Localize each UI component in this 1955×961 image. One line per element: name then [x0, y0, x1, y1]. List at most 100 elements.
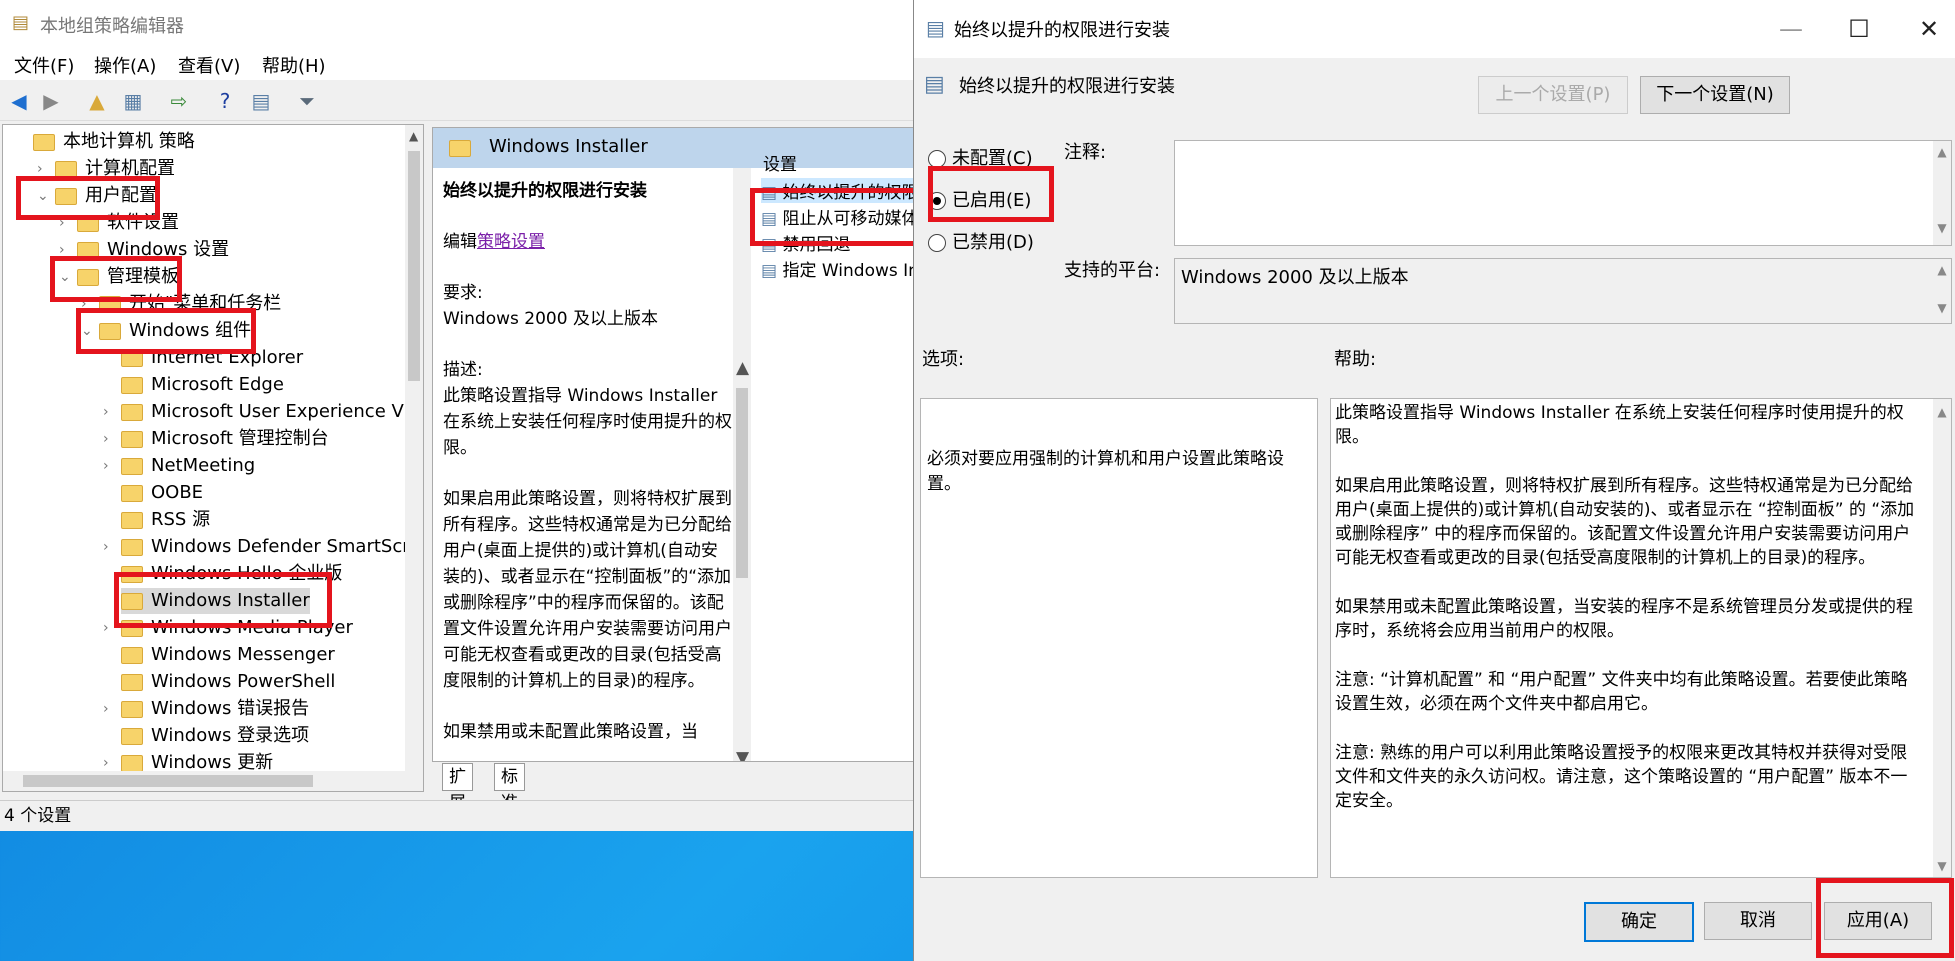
desc-title: 始终以提升的权限进行安装 [443, 181, 647, 201]
chevron-right-icon[interactable]: › [103, 453, 117, 479]
policy-tree[interactable]: 本地计算机 策略 › 计算机配置 ⌄ 用户配置 › 软件设置 › Windows 设置 ⌄ 管理模板… [2, 124, 424, 792]
chevron-right-icon[interactable]: › [103, 696, 117, 722]
back-icon[interactable]: ◀ [6, 88, 32, 114]
properties-icon[interactable]: ▤ [248, 88, 274, 114]
up-folder-icon[interactable]: ▲ [84, 88, 110, 114]
folder-icon [33, 133, 55, 151]
tree-item-label: Windows 错误报告 [151, 698, 310, 719]
maximize-icon[interactable]: ☐ [1834, 12, 1884, 46]
policy-setting-dialog: ▤ 始终以提升的权限进行安装 — ☐ ✕ ▤ 始终以提升的权限进行安装 上一个设… [913, 0, 1955, 961]
help-icon[interactable]: ? [212, 88, 238, 114]
tree-item-label: Windows Messenger [151, 644, 335, 665]
help-scrollbar[interactable]: ▲ ▼ [1933, 399, 1951, 877]
tree-item-label: Windows Defender SmartScre [151, 536, 421, 557]
folder-icon [121, 403, 143, 421]
tree-vertical-scrollbar[interactable]: ▲ [405, 125, 423, 771]
dialog-app-icon: ▤ [926, 16, 945, 40]
help-p4: 注意: “计算机配置” 和 “用户配置” 文件夹中均有此策略设置。若要使此策略设… [1335, 670, 1908, 714]
menu-help[interactable]: 帮助(H) [262, 52, 326, 78]
policy-description: 始终以提升的权限进行安装 编辑策略设置 要求: Windows 2000 及以上版… [443, 178, 733, 761]
tree-item[interactable]: Windows PowerShell [121, 669, 335, 695]
editor-title: 本地组策略编辑器 [40, 16, 184, 37]
policy-icon: ▤ [924, 72, 945, 97]
settings-column-header[interactable]: 设置 [763, 150, 797, 175]
tree-item-label: Windows PowerShell [151, 671, 336, 692]
scroll-down-icon[interactable]: ▼ [736, 748, 749, 761]
tree-horizontal-scrollbar[interactable] [3, 771, 423, 791]
folder-header-title: Windows Installer [489, 136, 648, 157]
tree-item[interactable]: 本地计算机 策略 [33, 129, 195, 155]
policy-icon: ▤ [761, 261, 783, 281]
tab-standard[interactable]: 标准 [494, 763, 525, 813]
menu-bar: 文件(F) 操作(A) 查看(V) 帮助(H) [0, 46, 915, 80]
tree-item[interactable]: Windows 登录选项 [121, 723, 309, 749]
tree-item[interactable]: Microsoft Edge [121, 372, 284, 398]
export-list-icon[interactable]: ⇨ [166, 88, 192, 114]
ok-button[interactable]: 确定 [1584, 902, 1694, 942]
highlight-windows-installer [114, 572, 332, 628]
help-label: 帮助: [1334, 349, 1377, 370]
close-icon[interactable]: ✕ [1904, 12, 1954, 46]
menu-action[interactable]: 操作(A) [94, 52, 156, 78]
tree-item-label: Microsoft Edge [151, 374, 284, 395]
tree-item[interactable]: › Windows Defender SmartScre [103, 534, 421, 560]
scroll-up-icon[interactable]: ▲ [736, 358, 749, 378]
folder-icon [121, 727, 143, 745]
forward-icon[interactable]: ▶ [38, 88, 64, 114]
setting-item-4[interactable]: ▤ 指定 Windows Installer [761, 256, 916, 281]
menu-view[interactable]: 查看(V) [178, 52, 240, 78]
cancel-button[interactable]: 取消 [1704, 902, 1812, 940]
scroll-thumb[interactable] [736, 388, 748, 578]
folder-icon [121, 430, 143, 448]
minimize-icon[interactable]: — [1766, 12, 1816, 46]
options-label: 选项: [922, 349, 965, 370]
show-hide-tree-icon[interactable]: ▦ [120, 88, 146, 114]
chevron-right-icon[interactable]: › [103, 534, 117, 560]
radio-circle[interactable] [928, 234, 946, 252]
dialog-titlebar: ▤ 始终以提升的权限进行安装 — ☐ ✕ [914, 0, 1955, 58]
chevron-right-icon[interactable]: › [103, 426, 117, 452]
platform-field: Windows 2000 及以上版本 ▲ ▼ [1174, 258, 1952, 324]
group-policy-editor-window: ▤ 本地组策略编辑器 文件(F) 操作(A) 查看(V) 帮助(H) ◀ ▶ ▲… [0, 0, 920, 831]
tree-item[interactable]: › Windows 错误报告 [103, 696, 310, 722]
next-setting-button[interactable]: 下一个设置(N) [1640, 76, 1790, 114]
folder-header: Windows Installer [433, 128, 916, 168]
desc-label: 描述: [443, 360, 483, 380]
tree-item-label: RSS 源 [151, 509, 211, 530]
policy-settings-link[interactable]: 策略设置 [477, 232, 545, 252]
options-pane: 必须对要应用强制的计算机和用户设置此策略设置。 [920, 398, 1318, 878]
tree-item-label: Microsoft User Experience Virt [151, 401, 423, 422]
highlight-windows-components [76, 308, 256, 354]
previous-setting-button[interactable]: 上一个设置(P) [1478, 76, 1628, 114]
help-p5: 注意: 熟练的用户可以利用此策略设置授予的权限来更改其特权并获得对受限文件和文件… [1335, 743, 1908, 811]
highlight-user-config [16, 176, 160, 220]
comment-label: 注释: [1064, 142, 1107, 163]
folder-icon [121, 700, 143, 718]
platform-scrollbar[interactable]: ▲ ▼ [1933, 259, 1951, 323]
filter-icon[interactable]: ⏷ [294, 88, 320, 114]
folder-icon [121, 376, 143, 394]
comment-scrollbar[interactable]: ▲ ▼ [1933, 141, 1951, 245]
editor-app-icon: ▤ [12, 12, 30, 33]
comment-field[interactable]: ▲ ▼ [1174, 140, 1952, 246]
folder-icon [121, 511, 143, 529]
tree-item[interactable]: › Microsoft 管理控制台 [103, 426, 329, 452]
tree-item[interactable]: RSS 源 [121, 507, 210, 533]
desc-p3: 如果禁用或未配置此策略设置，当 [443, 722, 698, 742]
tree-item[interactable]: › Microsoft User Experience Virt [103, 399, 423, 425]
radio-disabled[interactable]: 已禁用(D) [928, 228, 1034, 254]
chevron-right-icon[interactable]: › [103, 399, 117, 425]
folder-icon [121, 754, 143, 772]
menu-file[interactable]: 文件(F) [14, 52, 74, 78]
desc-req-label: 要求: [443, 283, 483, 303]
tab-extended[interactable]: 扩展 [442, 763, 473, 813]
description-scrollbar[interactable]: ▲ ▼ [733, 168, 751, 761]
tree-item[interactable]: OOBE [121, 480, 203, 506]
tree-item[interactable]: › NetMeeting [103, 453, 256, 479]
desc-p2: 如果启用此策略设置，则将特权扩展到所有程序。这些特权通常是为已分配给用户(桌面上… [443, 489, 732, 691]
tree-item-label: NetMeeting [151, 455, 256, 476]
tree-item[interactable]: Windows Messenger [121, 642, 335, 668]
folder-icon [449, 140, 471, 157]
options-text: 必须对要应用强制的计算机和用户设置此策略设置。 [927, 449, 1284, 494]
folder-icon [121, 457, 143, 475]
